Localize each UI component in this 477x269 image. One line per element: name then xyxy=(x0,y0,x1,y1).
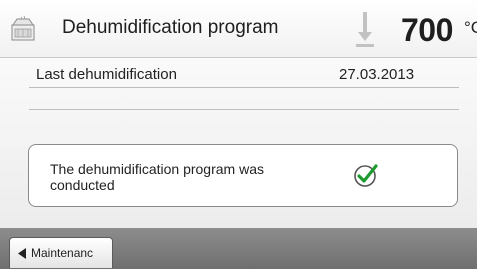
page-title: Dehumidification program xyxy=(62,17,279,38)
footer-bar: Maintenanc xyxy=(0,228,477,269)
back-to-maintenance-button[interactable]: Maintenanc xyxy=(9,237,113,268)
main-content: Last dehumidification 27.03.2013 The deh… xyxy=(0,58,477,228)
temperature-value: 700 xyxy=(401,12,453,48)
divider xyxy=(29,87,459,88)
status-message-box: The dehumidification program was conduct… xyxy=(28,144,458,207)
furnace-icon xyxy=(11,16,35,41)
divider xyxy=(29,109,459,110)
temperature-unit: °C xyxy=(464,18,477,37)
left-arrow-icon xyxy=(18,248,26,259)
temperature-arrow-icon xyxy=(356,12,374,47)
status-message: The dehumidification program was conduct… xyxy=(50,161,264,193)
last-dehumidification-date: 27.03.2013 xyxy=(339,66,415,83)
back-button-label: Maintenanc xyxy=(31,246,94,260)
header-bar: Dehumidification program 700 °C xyxy=(0,0,477,58)
last-dehumidification-label: Last dehumidification xyxy=(36,66,177,83)
checkmark-icon xyxy=(354,164,378,187)
